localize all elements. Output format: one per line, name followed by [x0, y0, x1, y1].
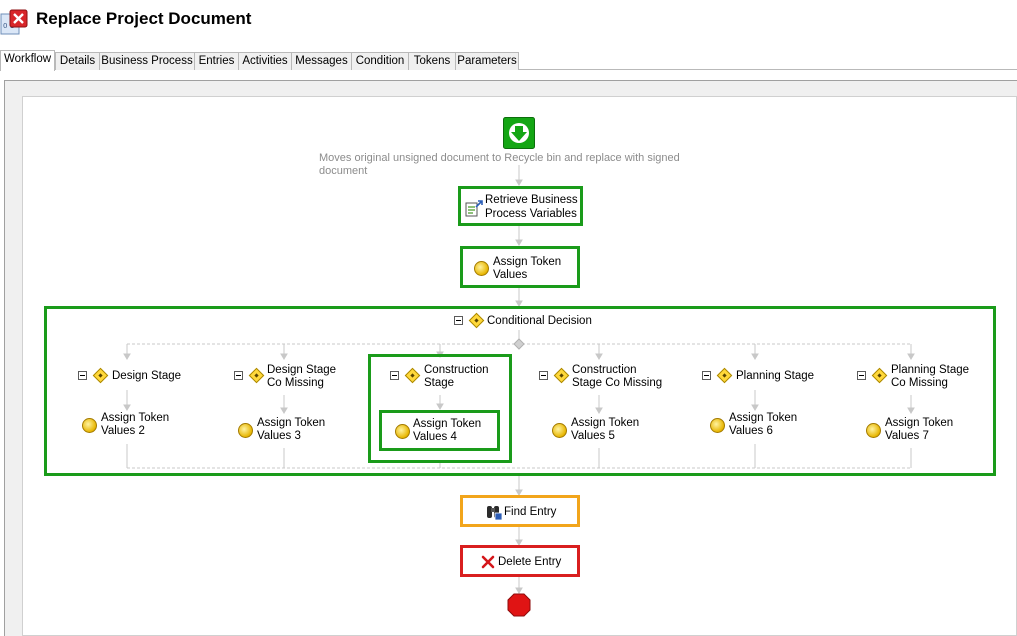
tab-condition[interactable]: Condition: [351, 52, 409, 70]
collapse-toggle[interactable]: [539, 371, 548, 380]
activity-label: Values 7: [885, 430, 929, 442]
tab-parameters[interactable]: Parameters: [455, 52, 519, 70]
find-entry-activity[interactable]: Find Entry: [460, 495, 580, 527]
assign-token-values-2-activity[interactable]: Assign Token Values 2: [80, 410, 180, 442]
delete-entry-activity[interactable]: Delete Entry: [460, 545, 580, 577]
assign-token-values-6-activity[interactable]: Assign Token Values 6: [708, 410, 808, 442]
token-icon: [710, 418, 725, 433]
token-icon: [238, 423, 253, 438]
app-delete-icon: 0 1: [0, 9, 28, 35]
activity-label: Values 2: [101, 425, 145, 437]
assign-token-values-5-activity[interactable]: Assign Token Values 5: [550, 416, 650, 446]
branch-planning-stage-label[interactable]: Planning Stage: [736, 370, 814, 383]
activity-label: Values 5: [571, 430, 615, 442]
token-icon: [552, 423, 567, 438]
collapse-toggle[interactable]: [857, 371, 866, 380]
activity-label: Assign Token: [101, 412, 170, 424]
token-icon: [82, 418, 97, 433]
conditional-decision-label: Conditional Decision: [487, 315, 592, 327]
collapse-toggle[interactable]: [78, 371, 87, 380]
activity-label: Find Entry: [504, 506, 557, 518]
token-icon: [866, 423, 881, 438]
delete-x-icon: [481, 555, 495, 569]
branch-planning-stage-co-missing-label[interactable]: Planning Stage: [891, 364, 969, 377]
branch-design-stage-co-missing-label[interactable]: Design Stage: [267, 364, 336, 377]
tab-tokens[interactable]: Tokens: [408, 52, 456, 70]
collapse-toggle[interactable]: [234, 371, 243, 380]
branch-construction-stage-label[interactable]: Construction: [424, 364, 489, 377]
binoculars-icon: [487, 506, 503, 521]
tab-strip: Workflow Details Business Process Entrie…: [0, 50, 1017, 71]
assign-token-values-7-activity[interactable]: Assign Token Values 7: [864, 416, 964, 446]
activity-label: Assign Token: [493, 256, 562, 268]
window-title: Replace Project Document: [36, 9, 252, 28]
start-arrow-icon: [503, 117, 535, 149]
end-node[interactable]: [507, 593, 531, 617]
retrieve-variables-icon: [465, 200, 483, 217]
assign-token-values-3-activity[interactable]: Assign Token Values 3: [236, 416, 336, 446]
activity-label: Values 3: [257, 430, 301, 442]
activity-label: Assign Token: [885, 417, 954, 429]
workflow-description: Moves original unsigned document to Recy…: [319, 152, 680, 177]
tab-details[interactable]: Details: [55, 52, 100, 70]
assign-token-values-activity[interactable]: Assign Token Values: [460, 246, 580, 288]
tab-business-process[interactable]: Business Process: [99, 52, 195, 70]
activity-label: Delete Entry: [498, 556, 562, 568]
activity-label: Process Variables: [485, 208, 577, 220]
stop-icon: [507, 593, 531, 617]
activity-label: Assign Token: [571, 417, 640, 429]
branch-construction-stage-co-missing-label[interactable]: Construction: [572, 364, 637, 377]
activity-label: Values: [493, 269, 528, 281]
branch-construction-stage-label[interactable]: Stage: [424, 377, 454, 390]
token-icon: [474, 261, 489, 276]
branch-design-stage-co-missing-label[interactable]: Co Missing: [267, 377, 324, 390]
activity-label: Assign Token: [257, 417, 326, 429]
tab-workflow[interactable]: Workflow: [0, 50, 55, 71]
branch-design-stage-label[interactable]: Design Stage: [112, 370, 181, 383]
activity-label: Retrieve Business: [485, 194, 578, 206]
assign-token-values-4-activity[interactable]: Assign Token Values 4: [379, 410, 500, 451]
activity-label: Values 4: [413, 431, 457, 443]
collapse-toggle[interactable]: [454, 316, 463, 325]
activity-label: Values 6: [729, 425, 773, 437]
conditional-decision-container[interactable]: [44, 306, 996, 476]
start-node[interactable]: [503, 117, 535, 149]
activity-label: Assign Token: [729, 412, 798, 424]
branch-construction-stage-co-missing-label[interactable]: Stage Co Missing: [572, 377, 662, 390]
retrieve-business-process-variables-activity[interactable]: Retrieve Business Process Variables: [458, 186, 583, 226]
activity-label: Assign Token: [413, 418, 482, 430]
tab-activities[interactable]: Activities: [238, 52, 292, 70]
tab-entries[interactable]: Entries: [194, 52, 239, 70]
collapse-toggle[interactable]: [702, 371, 711, 380]
token-icon: [395, 424, 410, 439]
collapse-toggle[interactable]: [390, 371, 399, 380]
tab-messages[interactable]: Messages: [291, 52, 352, 70]
title-bar: 0 1 Replace Project Document: [0, 0, 1017, 46]
branch-planning-stage-co-missing-label[interactable]: Co Missing: [891, 377, 948, 390]
